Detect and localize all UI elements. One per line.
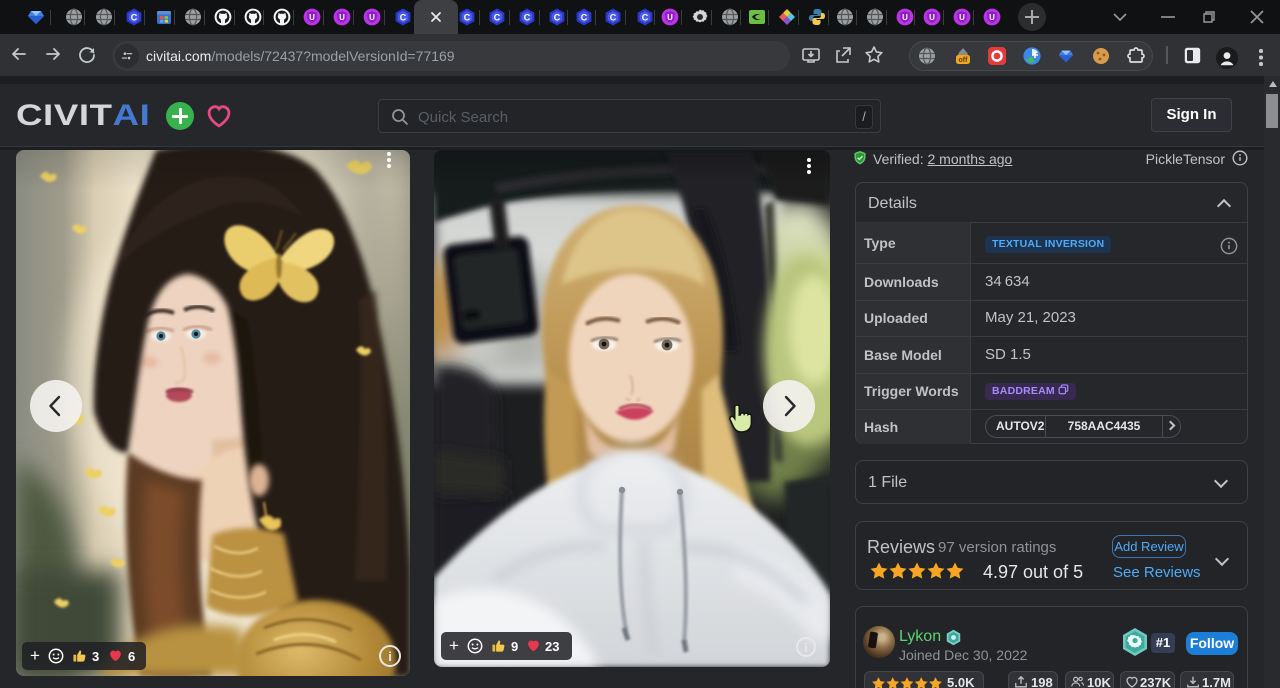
svg-text:off: off (959, 57, 969, 64)
